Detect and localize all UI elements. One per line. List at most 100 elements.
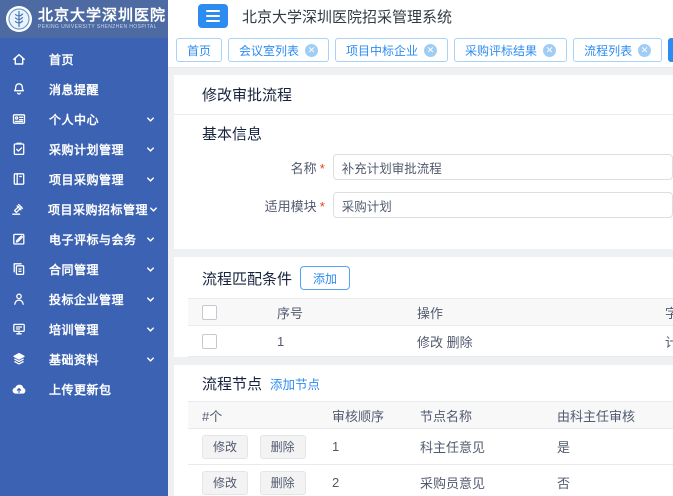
add-condition-button[interactable]: 添加 <box>300 266 350 290</box>
basic-info-card: 修改审批流程 基本信息 名称* 适用模块* <box>174 75 673 249</box>
chevron-down-icon <box>148 204 159 215</box>
sidebar-item-project-procurement[interactable]: 项目采购管理 <box>0 164 168 194</box>
tab-meeting-room-list[interactable]: 会议室列表 ✕ <box>228 38 329 62</box>
layers-icon <box>10 351 27 368</box>
row-clipped-cell: 计 <box>651 332 673 351</box>
table-header-row: #个 审核顺序 节点名称 由科主任审核 <box>188 401 673 429</box>
tab-evaluation-results[interactable]: 采购评标结果 ✕ <box>454 38 567 62</box>
cloud-upload-icon <box>10 381 27 398</box>
book-icon <box>10 171 27 188</box>
tab-process-list[interactable]: 流程列表 ✕ <box>573 38 662 62</box>
row-checkbox[interactable] <box>202 334 217 349</box>
node-order: 1 <box>318 439 406 454</box>
sidebar-item-label: 合同管理 <box>49 261 99 278</box>
edit-node-button[interactable]: 修改 <box>202 435 248 459</box>
sidebar-item-label: 项目采购招标管理 <box>48 201 148 218</box>
tab-winning-enterprises[interactable]: 项目中标企业 ✕ <box>335 38 448 62</box>
required-asterisk: * <box>320 199 325 214</box>
name-field-label: 名称* <box>174 158 325 177</box>
chevron-down-icon <box>145 174 156 185</box>
sidebar-item-label: 首页 <box>49 51 74 68</box>
sidebar-item-bidding-management[interactable]: 项目采购招标管理 <box>0 194 168 224</box>
hospital-logo-icon <box>5 5 33 33</box>
sidebar-item-label: 项目采购管理 <box>49 171 124 188</box>
hospital-name-en: PEKING UNIVERSITY SHENZHEN HOSPITAL <box>38 25 166 30</box>
app-title: 北京大学深圳医院招采管理系统 <box>242 6 452 27</box>
column-header-review: 由科主任审核 <box>543 406 673 425</box>
hospital-name: 北京大学深圳医院 <box>38 8 166 23</box>
sidebar-item-label: 消息提醒 <box>49 81 99 98</box>
sidebar: 北京大学深圳医院 PEKING UNIVERSITY SHENZHEN HOSP… <box>0 0 168 496</box>
clipboard-check-icon <box>10 141 27 158</box>
row-actions[interactable]: 修改 删除 <box>403 332 651 351</box>
sidebar-item-label: 培训管理 <box>49 321 99 338</box>
column-header-hash: #个 <box>188 406 318 425</box>
sidebar-item-bidder-management[interactable]: 投标企业管理 <box>0 284 168 314</box>
tab-close-icon[interactable]: ✕ <box>424 44 437 57</box>
table-row: 修改 删除 2 采购员意见 否 <box>188 465 673 496</box>
chevron-down-icon <box>145 264 156 275</box>
contract-icon <box>10 261 27 278</box>
sidebar-item-training-management[interactable]: 培训管理 <box>0 314 168 344</box>
hamburger-menu-button[interactable] <box>198 4 228 28</box>
chevron-down-icon <box>145 324 156 335</box>
match-conditions-table: 序号 操作 字 1 修改 删除 计 <box>188 298 673 357</box>
process-nodes-card: 流程节点 添加节点 #个 审核顺序 节点名称 由科主任审核 修改 删除 <box>174 365 673 496</box>
tab-process[interactable]: 流程 ✕ <box>668 38 673 62</box>
sidebar-item-label: 投标企业管理 <box>49 291 124 308</box>
tab-label: 首页 <box>187 42 211 59</box>
tab-bar: 首页 会议室列表 ✕ 项目中标企业 ✕ 采购评标结果 ✕ 流程列表 ✕ 流程 ✕ <box>168 32 673 68</box>
tab-home[interactable]: 首页 <box>176 38 222 62</box>
match-conditions-section-title: 流程匹配条件 <box>202 268 292 289</box>
compose-icon <box>10 231 27 248</box>
sidebar-item-home[interactable]: 首页 <box>0 44 168 74</box>
sidebar-item-contract-management[interactable]: 合同管理 <box>0 254 168 284</box>
sidebar-item-base-data[interactable]: 基础资料 <box>0 344 168 374</box>
sidebar-item-label: 上传更新包 <box>49 381 112 398</box>
content-area: 修改审批流程 基本信息 名称* 适用模块* <box>168 68 673 496</box>
basic-info-section-title: 基本信息 <box>202 126 262 143</box>
tab-label: 项目中标企业 <box>346 42 418 59</box>
gavel-icon <box>10 201 26 218</box>
tab-close-icon[interactable]: ✕ <box>543 44 556 57</box>
delete-node-button[interactable]: 删除 <box>260 435 306 459</box>
module-input[interactable] <box>333 192 673 218</box>
sidebar-item-label: 个人中心 <box>49 111 99 128</box>
edit-node-button[interactable]: 修改 <box>202 471 248 495</box>
bell-icon <box>10 81 27 98</box>
tab-label: 流程列表 <box>584 42 632 59</box>
node-name: 科主任意见 <box>406 437 543 456</box>
match-conditions-card: 流程匹配条件 添加 序号 操作 字 1 修改 删除 计 <box>174 257 673 357</box>
tab-label: 采购评标结果 <box>465 42 537 59</box>
column-header-index: 序号 <box>263 303 403 322</box>
training-icon <box>10 321 27 338</box>
name-input[interactable] <box>333 154 673 180</box>
main-area: 北京大学深圳医院招采管理系统 首页 会议室列表 ✕ 项目中标企业 ✕ 采购评标结… <box>168 0 673 496</box>
tab-close-icon[interactable]: ✕ <box>638 44 651 57</box>
column-header-order: 审核顺序 <box>318 406 406 425</box>
person-icon <box>10 291 27 308</box>
sidebar-item-personal-center[interactable]: 个人中心 <box>0 104 168 134</box>
home-icon <box>10 51 27 68</box>
basic-info-form: 名称* 适用模块* <box>174 154 673 249</box>
required-asterisk: * <box>320 161 325 176</box>
module-field-label: 适用模块* <box>174 196 325 215</box>
add-node-link[interactable]: 添加节点 <box>270 374 320 393</box>
node-review-flag: 否 <box>543 473 673 492</box>
delete-node-button[interactable]: 删除 <box>260 471 306 495</box>
node-review-flag: 是 <box>543 437 673 456</box>
row-index: 1 <box>263 334 403 349</box>
app-window: 北京大学深圳医院 PEKING UNIVERSITY SHENZHEN HOSP… <box>0 0 673 496</box>
tab-close-icon[interactable]: ✕ <box>305 44 318 57</box>
chevron-down-icon <box>145 294 156 305</box>
sidebar-item-e-evaluation[interactable]: 电子评标与会务 <box>0 224 168 254</box>
page-title: 修改审批流程 <box>174 75 673 115</box>
sidebar-item-procurement-plan[interactable]: 采购计划管理 <box>0 134 168 164</box>
sidebar-item-upload-package[interactable]: 上传更新包 <box>0 374 168 404</box>
column-header-clipped: 字 <box>651 303 673 322</box>
chevron-down-icon <box>145 144 156 155</box>
hospital-logo-strip: 北京大学深圳医院 PEKING UNIVERSITY SHENZHEN HOSP… <box>0 0 168 38</box>
sidebar-item-notifications[interactable]: 消息提醒 <box>0 74 168 104</box>
select-all-checkbox[interactable] <box>202 305 217 320</box>
table-header-row: 序号 操作 字 <box>188 298 673 326</box>
